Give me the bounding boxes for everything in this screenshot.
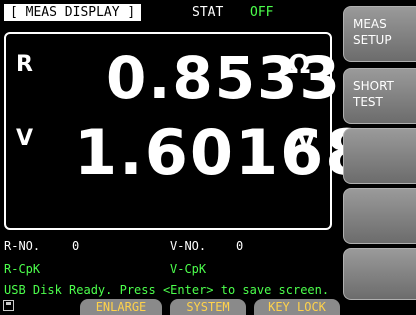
resistance-label: R (16, 52, 33, 77)
page-title: [ MEAS DISPLAY ] (4, 4, 142, 21)
voltage-unit: V (296, 126, 317, 156)
meas-setup-label-line1: MEAS (353, 17, 387, 31)
stat-value: OFF (250, 5, 274, 20)
softkey-4-button[interactable] (343, 188, 416, 244)
short-test-label-line2: TEST (353, 95, 383, 109)
measurement-panel: R 0.8533 Ω V 1.60168 V (4, 32, 368, 230)
voltage-value: 1.60168 (74, 116, 371, 189)
key-lock-button[interactable]: KEY LOCK (254, 299, 340, 315)
r-no-value: 0 (72, 239, 80, 253)
stat-label: STAT (192, 5, 224, 20)
r-no-label: R-NO. (4, 239, 41, 253)
v-cpk-label: V-CpK (170, 262, 207, 276)
v-no-label: V-NO. (170, 239, 207, 253)
voltage-label: V (16, 126, 34, 151)
system-button[interactable]: SYSTEM (170, 299, 246, 315)
enlarge-button[interactable]: ENLARGE (80, 299, 162, 315)
v-no-value: 0 (236, 239, 244, 253)
softkey-5-button[interactable] (343, 248, 416, 300)
r-cpk-label: R-CpK (4, 262, 41, 276)
resistance-unit: Ω (288, 50, 311, 80)
status-message: USB Disk Ready. Press <Enter> to save sc… (4, 283, 330, 297)
short-test-button[interactable]: SHORT TEST (343, 68, 416, 124)
meas-setup-label-line2: SETUP (353, 33, 392, 47)
disk-icon (3, 300, 14, 311)
short-test-label-line1: SHORT (353, 79, 394, 93)
meas-setup-button[interactable]: MEAS SETUP (343, 6, 416, 62)
softkey-3-button[interactable] (343, 128, 416, 184)
